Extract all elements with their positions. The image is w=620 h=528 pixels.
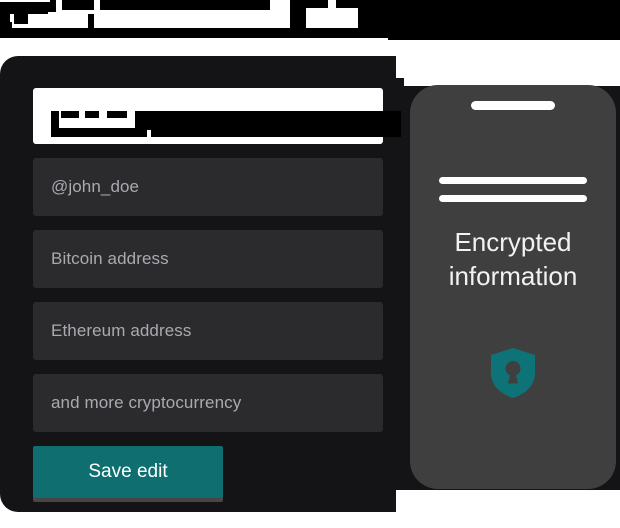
redacted-field-value (51, 99, 401, 137)
phone-speaker-icon (471, 101, 555, 110)
redaction-block (151, 128, 179, 137)
redaction-block (50, 0, 56, 12)
redaction-block (62, 0, 94, 10)
redaction-block (163, 111, 181, 125)
username-field[interactable]: @john_doe (33, 158, 383, 216)
card-notch-step (404, 56, 620, 86)
redaction-block (306, 0, 328, 8)
redaction-block (61, 111, 79, 118)
redaction-block (290, 0, 306, 28)
redaction-block (10, 2, 50, 12)
name-field[interactable] (33, 88, 401, 144)
bitcoin-field[interactable]: Bitcoin address (33, 230, 383, 288)
crypto-profile-form: @john_doe Bitcoin address Ethereum addre… (33, 88, 401, 502)
other-crypto-field-placeholder: and more cryptocurrency (51, 393, 242, 412)
page-root: @john_doe Bitcoin address Ethereum addre… (0, 0, 620, 528)
save-button-wrapper: Save edit (33, 446, 223, 502)
redaction-block (135, 111, 163, 118)
card-notch-bottom (396, 490, 620, 528)
phone-title: Encrypted information (410, 225, 616, 293)
redaction-block (88, 14, 94, 28)
redaction-block (0, 22, 12, 30)
redaction-block (120, 0, 270, 10)
redaction-block (14, 14, 28, 24)
redaction-block (0, 28, 290, 38)
phone-title-line-2: information (448, 261, 578, 291)
ethereum-field-placeholder: Ethereum address (51, 321, 192, 340)
phone-content-line (439, 195, 587, 202)
ethereum-field[interactable]: Ethereum address (33, 302, 383, 360)
username-field-placeholder: @john_doe (51, 177, 140, 196)
redaction-block (85, 111, 99, 118)
redaction-block (358, 0, 388, 28)
phone-mockup: Encrypted information (410, 85, 616, 489)
page-title (0, 0, 620, 40)
redaction-block (388, 0, 620, 40)
redaction-block (290, 28, 388, 38)
redaction-block (336, 0, 358, 8)
bitcoin-field-placeholder: Bitcoin address (51, 249, 169, 268)
save-button[interactable]: Save edit (33, 446, 223, 498)
phone-title-line-1: Encrypted (454, 227, 572, 257)
redaction-block (177, 111, 401, 137)
redaction-block (107, 111, 127, 118)
redaction-block (51, 128, 147, 137)
other-crypto-field[interactable]: and more cryptocurrency (33, 374, 383, 432)
phone-content-line (439, 177, 587, 184)
shield-lock-icon (491, 348, 535, 398)
